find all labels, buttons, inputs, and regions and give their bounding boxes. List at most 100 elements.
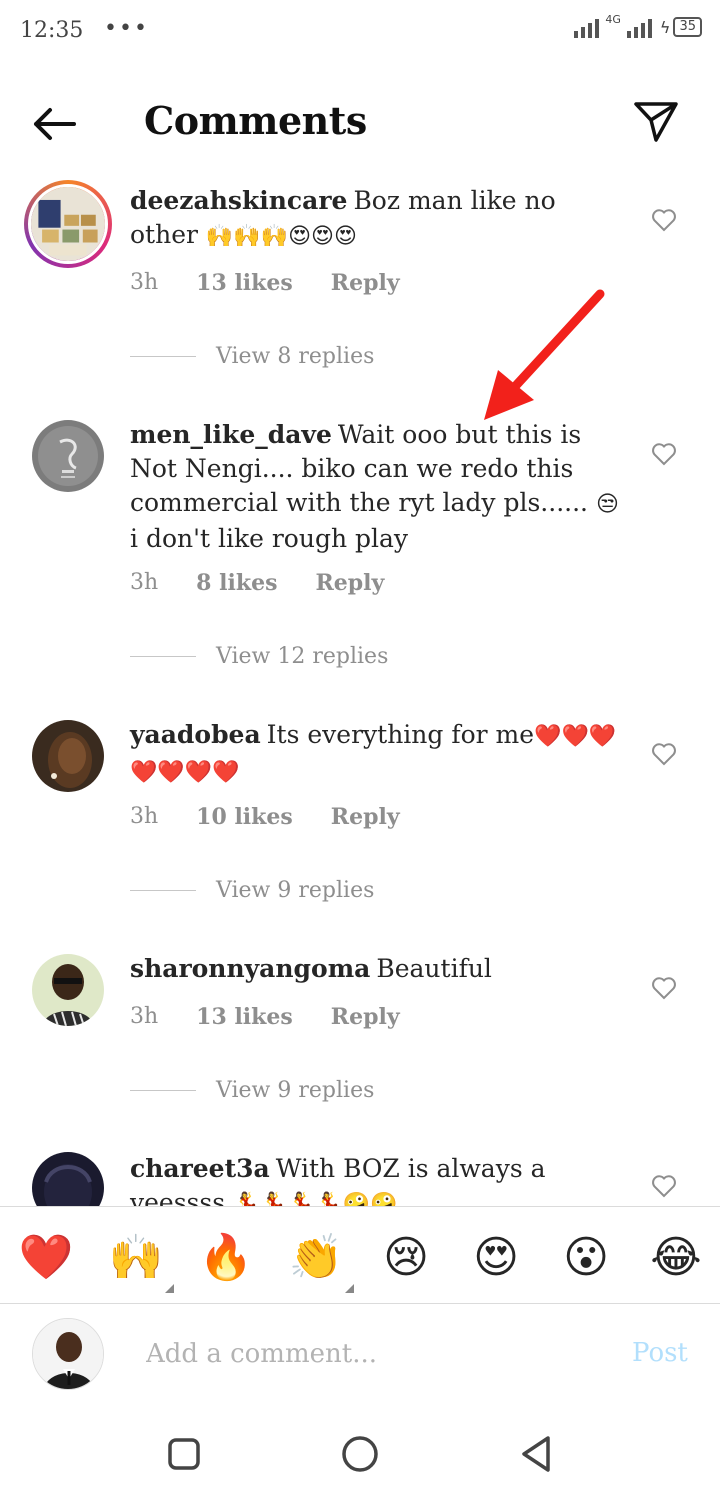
view-replies-button[interactable]: View 9 replies [130,878,374,903]
recent-apps-button[interactable] [162,1432,206,1476]
heart-outline-icon [652,743,676,766]
emoji-raising-hands-button[interactable]: 🙌 [106,1227,174,1293]
comment-username[interactable]: yaadobea [130,720,261,749]
comment-likes[interactable]: 8 likes [196,570,277,596]
quick-emoji-bar: ❤️ 🙌 🔥 👏 😢 😍 😮 😂 [0,1206,720,1304]
comment-likes[interactable]: 13 likes [196,270,293,296]
home-button[interactable] [338,1432,382,1476]
battery-level: 35 [673,17,702,37]
comment-username[interactable]: sharonnyangoma [130,954,370,983]
back-nav-button[interactable] [514,1432,558,1476]
like-button[interactable] [651,1174,677,1198]
reply-button[interactable]: Reply [331,804,400,830]
avatar[interactable] [32,420,104,492]
heart-outline-icon [652,1175,676,1198]
notification-dots-icon: ••• [104,16,149,41]
comment-meta: 3h 8 likes Reply [130,570,384,596]
emoji-surprised-button[interactable]: 😮 [556,1227,616,1287]
heart-outline-icon [652,977,676,1000]
divider-line [130,890,196,891]
view-replies-label: View 9 replies [216,1078,375,1103]
status-time: 12:35 [20,18,84,43]
comment-time: 3h [130,270,159,295]
avatar [28,184,108,264]
reply-button[interactable]: Reply [331,1004,400,1030]
view-replies-label: View 9 replies [216,878,375,903]
comment-emoji-prefix: 😒 [595,492,619,517]
comment-emojis: 💃💃💃💃🤪🤪 [233,1192,398,1206]
skin-tone-corner-icon [165,1284,174,1293]
clapping-hands-icon: 👏 [288,1232,344,1283]
charging-icon: ϟ [659,17,671,37]
like-button[interactable] [651,976,677,1000]
view-replies-button[interactable]: View 9 replies [130,1078,374,1103]
view-replies-button[interactable]: View 12 replies [130,644,388,669]
signal-icon-2 [626,16,652,38]
comment-body: chareet3a With BOZ is always a yeessss 💃💃… [130,1152,620,1206]
avatar[interactable] [32,720,104,792]
emoji-fire-button[interactable]: 🔥 [196,1227,256,1287]
divider-line [130,356,196,357]
share-button[interactable] [630,98,682,146]
emoji-clapping-button[interactable]: 👏 [286,1227,354,1293]
comment-time: 3h [130,804,159,829]
comment-likes[interactable]: 10 likes [196,804,293,830]
emoji-crying-button[interactable]: 😢 [376,1227,436,1287]
like-button[interactable] [651,742,677,766]
skin-tone-corner-icon [345,1284,354,1293]
square-icon [168,1438,200,1470]
back-button[interactable] [26,102,82,146]
avatar[interactable] [32,1152,104,1206]
comment-text: Beautiful [376,954,492,983]
emoji-heart-button[interactable]: ❤️ [16,1227,76,1287]
status-indicators: 4G ϟ 35 [574,12,702,38]
comment-username[interactable]: chareet3a [130,1154,270,1183]
comment-meta: 3h 10 likes Reply [130,804,400,830]
network-type-label: 4G [605,12,621,26]
header: Comments [0,80,720,170]
comment-input[interactable] [146,1334,606,1374]
comment-time: 3h [130,570,159,595]
signal-icon [574,16,600,38]
view-replies-label: View 12 replies [216,644,389,669]
paper-plane-icon [634,102,678,142]
comment-meta: 3h 13 likes Reply [130,1004,400,1030]
reply-button[interactable]: Reply [315,570,384,596]
circle-icon [342,1436,378,1472]
comment-text-continued: i don't like rough play [130,524,409,553]
raising-hands-icon: 🙌 [108,1232,164,1283]
battery-indicator: ϟ 35 [660,17,702,37]
triangle-back-icon [522,1436,550,1472]
comment-username[interactable]: men_like_dave [130,420,332,449]
comment-body: deezahskincare Boz man like no other 🙌🙌🙌😍… [130,184,620,254]
comment-body: sharonnyangoma Beautiful [130,952,620,986]
reply-button[interactable]: Reply [331,270,400,296]
comment-username[interactable]: deezahskincare [130,186,347,215]
divider-line [130,1090,196,1091]
heart-outline-icon [652,209,676,232]
emoji-heart-eyes-button[interactable]: 😍 [466,1227,526,1287]
avatar[interactable] [32,954,104,1026]
comment-likes[interactable]: 13 likes [196,1004,293,1030]
arrow-left-icon [34,108,76,140]
heart-outline-icon [652,443,676,466]
view-replies-label: View 8 replies [216,344,375,369]
post-button[interactable]: Post [632,1338,688,1368]
my-avatar [32,1318,104,1390]
view-replies-button[interactable]: View 8 replies [130,344,374,369]
divider-line [130,656,196,657]
comment-composer: Post [0,1304,720,1404]
comment-body: yaadobea Its everything for me❤️❤️❤️❤️❤️❤… [130,718,620,790]
comment-body: men_like_dave Wait ooo but this is Not Ne… [130,418,620,556]
comment-text: Its everything for me [266,720,535,749]
comments-list[interactable]: deezahskincare Boz man like no other 🙌🙌🙌😍… [0,170,720,1206]
page-title: Comments [144,98,367,143]
like-button[interactable] [651,208,677,232]
emoji-laughing-button[interactable]: 😂 [646,1227,706,1287]
like-button[interactable] [651,442,677,466]
comment-meta: 3h 13 likes Reply [130,270,400,296]
avatar-story-ring[interactable] [24,180,112,268]
comment-emojis: 🙌🙌🙌😍😍😍 [205,224,357,249]
status-bar: 12:35 ••• 4G ϟ 35 [0,0,720,64]
system-nav-bar [0,1404,720,1500]
